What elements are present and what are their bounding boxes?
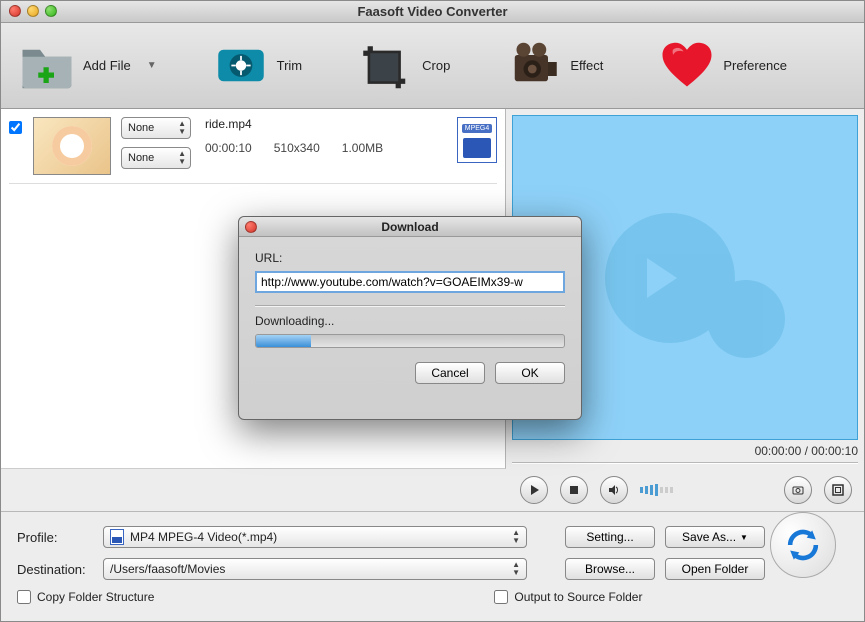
- progress-bar: [255, 334, 565, 348]
- cancel-button[interactable]: Cancel: [415, 362, 485, 384]
- url-label: URL:: [255, 251, 565, 265]
- dialog-titlebar: Download: [239, 217, 581, 237]
- ok-button[interactable]: OK: [495, 362, 565, 384]
- url-input[interactable]: [255, 271, 565, 293]
- dialog-close-icon[interactable]: [245, 221, 257, 233]
- status-label: Downloading...: [255, 314, 565, 328]
- download-dialog: Download URL: Downloading... Cancel OK: [238, 216, 582, 420]
- dialog-backdrop: Download URL: Downloading... Cancel OK: [0, 0, 865, 622]
